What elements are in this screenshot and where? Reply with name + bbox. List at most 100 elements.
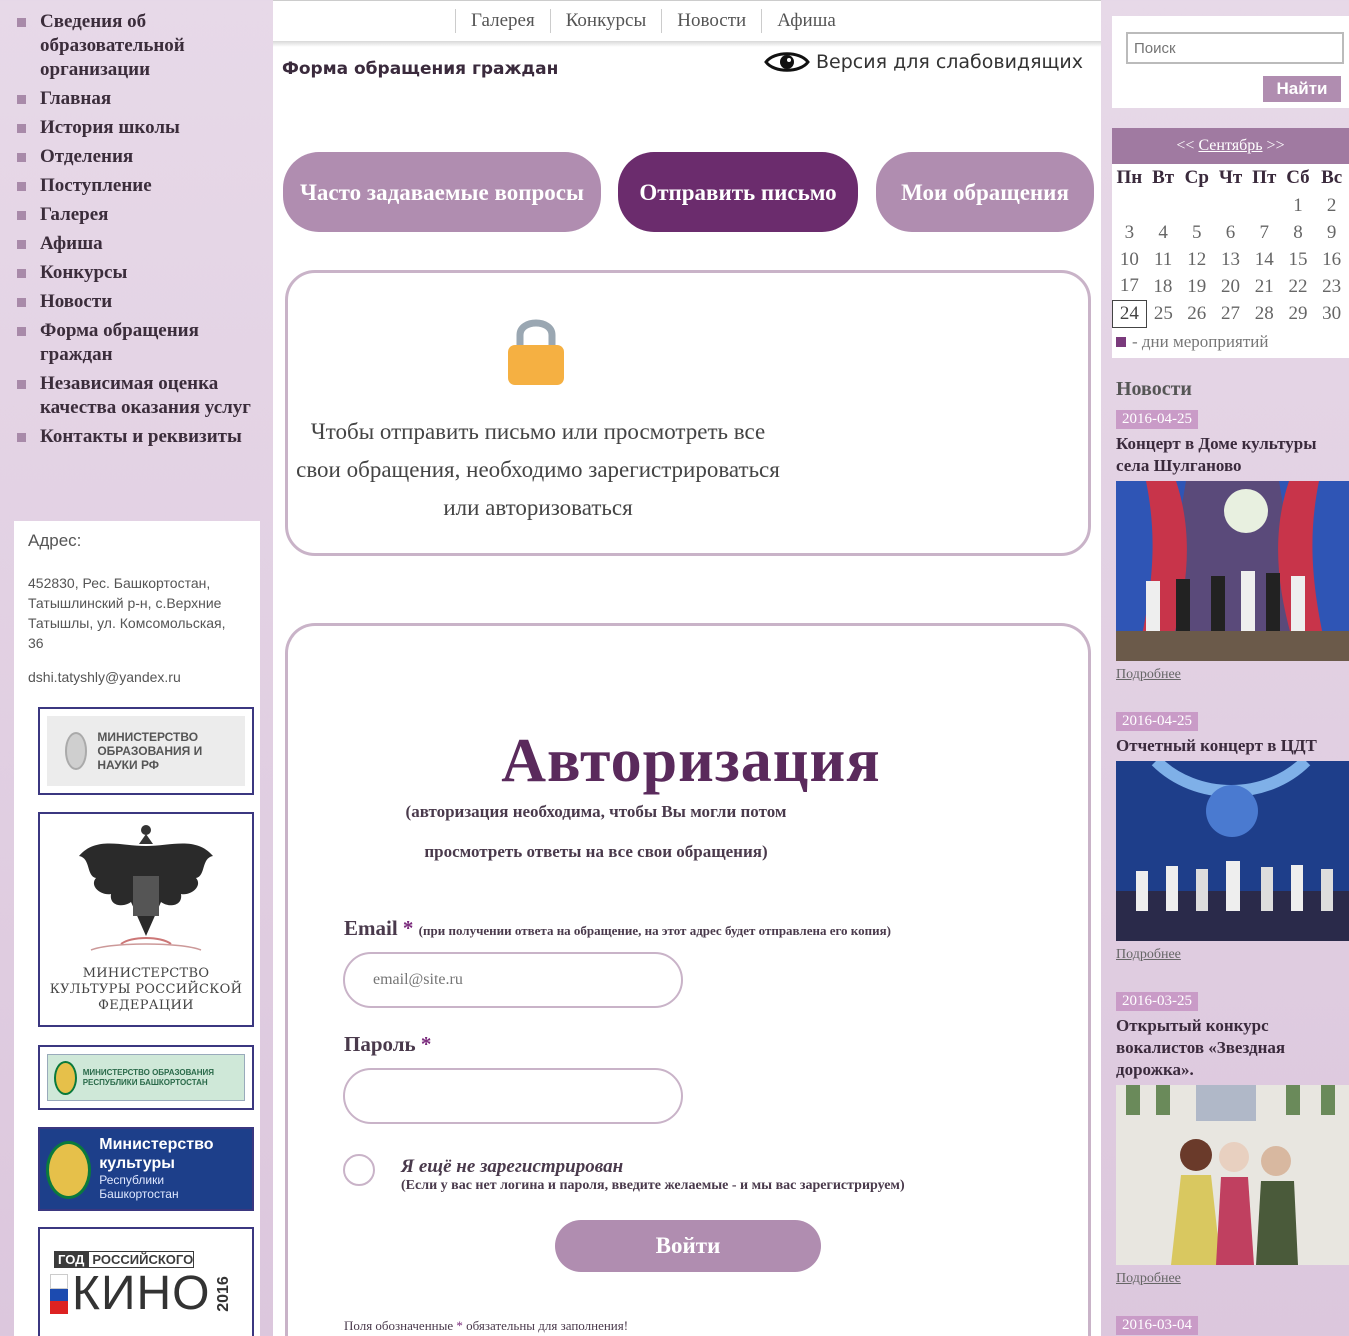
sidebar-item[interactable]: Форма обращения граждан [8, 319, 266, 367]
banner-minobr[interactable]: МИНИСТЕРСТВО ОБРАЗОВАНИЯ И НАУКИ РФ [38, 707, 254, 795]
sidebar-item[interactable]: Поступление [8, 174, 266, 198]
calendar-weekday: Ср [1184, 167, 1209, 188]
email-field[interactable] [343, 952, 683, 1008]
sidebar-item[interactable]: Новости [8, 290, 266, 314]
calendar-week: 17 18 19 20 21 22 23 [1113, 273, 1349, 300]
news-item: 2016-03-25 Открытый конкурс вокалистов «… [1116, 992, 1349, 1287]
calendar-day[interactable]: 13 [1214, 246, 1248, 273]
calendar-day[interactable]: 25 [1146, 300, 1180, 327]
bullet-icon [17, 327, 26, 336]
calendar-day[interactable]: 2 [1315, 192, 1349, 219]
bullet-icon [17, 433, 26, 442]
bullet-icon [17, 95, 26, 104]
calendar-day[interactable]: 9 [1315, 219, 1349, 246]
event-day-marker-icon [1116, 336, 1126, 347]
required-note: Поля обозначенные * обязательны для запо… [344, 1318, 628, 1334]
banner-kino[interactable]: ГОД РОССИЙСКОГО КИНО 2016 [38, 1227, 254, 1336]
lock-message: Чтобы отправить письмо или просмотреть в… [296, 419, 780, 520]
lock-card: Чтобы отправить письмо или просмотреть в… [285, 270, 1091, 556]
top-nav-item[interactable]: Афиша [761, 9, 851, 33]
calendar-month[interactable]: Сентябрь [1198, 137, 1262, 154]
calendar-day[interactable]: 15 [1281, 246, 1315, 273]
right-sidebar: Найти << Сентябрь >> ПнВтСрЧтПтСбВс 1234… [1109, 0, 1349, 1336]
calendar-day[interactable]: 3 [1113, 219, 1147, 246]
sidebar-item[interactable]: Сведения об образовательной организации [8, 10, 266, 82]
eagle-emblem-icon [79, 825, 213, 951]
address-email[interactable]: dshi.tatyshly@yandex.ru [28, 669, 246, 685]
sidebar-item[interactable]: Главная [8, 87, 266, 111]
low-vision-link[interactable]: Версия для слабовидящих [764, 49, 1083, 75]
calendar-day[interactable]: 28 [1247, 300, 1281, 327]
required-note-before: Поля обозначенные [344, 1318, 454, 1333]
banner-minobr-rb[interactable]: МИНИСТЕРСТВО ОБРАЗОВАНИЯ РЕСПУБЛИКИ БАШК… [38, 1045, 254, 1110]
calendar-prev[interactable]: << [1176, 137, 1194, 154]
calendar-day[interactable]: 14 [1247, 246, 1281, 273]
password-field[interactable] [343, 1068, 683, 1124]
news-item: 2016-03-04 [1116, 1316, 1349, 1336]
news-photo[interactable] [1116, 1085, 1349, 1265]
calendar-day[interactable]: 1 [1281, 192, 1315, 219]
calendar-day[interactable]: 22 [1281, 273, 1315, 300]
calendar-day[interactable]: 27 [1214, 300, 1248, 327]
tab-send-letter[interactable]: Отправить письмо [618, 152, 858, 232]
calendar-day[interactable]: 4 [1146, 219, 1180, 246]
news-title[interactable]: Открытый конкурс вокалистов «Звездная до… [1116, 1015, 1349, 1081]
top-nav-item[interactable]: Галерея [455, 9, 550, 33]
calendar-day[interactable]: 29 [1281, 300, 1315, 327]
calendar-day[interactable]: 24 [1112, 299, 1147, 328]
calendar-weekday: Пн [1116, 167, 1143, 188]
not-registered-label[interactable]: Я ещё не зарегистрирован [401, 1156, 623, 1178]
search-button[interactable]: Найти [1263, 76, 1341, 102]
calendar-day[interactable]: 18 [1146, 273, 1180, 300]
calendar-day[interactable]: 10 [1113, 246, 1147, 273]
banner-minkult-rb[interactable]: Министерство культуры Республики Башкорт… [38, 1127, 254, 1211]
calendar-day[interactable]: 6 [1214, 219, 1248, 246]
top-nav-item[interactable]: Новости [661, 9, 761, 33]
sidebar-item-label: Новости [40, 291, 113, 312]
calendar-next[interactable]: >> [1267, 137, 1285, 154]
sidebar-item[interactable]: Галерея [8, 203, 266, 227]
tab-faq[interactable]: Часто задаваемые вопросы [283, 152, 601, 232]
sidebar-item[interactable]: История школы [8, 116, 266, 140]
calendar-legend: - дни мероприятий [1112, 328, 1349, 358]
sidebar-item-label: Сведения об образовательной организации [40, 11, 185, 80]
side-nav: Сведения об образовательной организации Г… [8, 10, 266, 454]
sidebar-item[interactable]: Независимая оценка качества оказания усл… [8, 372, 266, 420]
sidebar-item[interactable]: Контакты и реквизиты [8, 425, 266, 449]
calendar: << Сентябрь >> Пн Вт Ср Чт Пт Сб Вс 1234567891… [1112, 128, 1349, 358]
sidebar-item[interactable]: Отделения [8, 145, 266, 169]
top-nav-item[interactable]: Конкурсы [549, 9, 662, 33]
calendar-weekdays: Пн Вт Ср Чт Пт Сб Вс [1113, 164, 1349, 192]
calendar-day[interactable]: 23 [1315, 273, 1349, 300]
calendar-day[interactable]: 8 [1281, 219, 1315, 246]
tab-my-requests[interactable]: Мои обращения [876, 152, 1094, 232]
news-more-link[interactable]: Подробнее [1116, 667, 1349, 683]
calendar-day[interactable]: 5 [1180, 219, 1214, 246]
search-input[interactable] [1126, 32, 1344, 64]
login-button[interactable]: Войти [555, 1220, 821, 1272]
required-mark: * [456, 1318, 463, 1333]
calendar-day[interactable]: 30 [1315, 300, 1349, 327]
calendar-day[interactable]: 21 [1247, 273, 1281, 300]
calendar-day[interactable]: 7 [1247, 219, 1281, 246]
news-photo[interactable] [1116, 761, 1349, 941]
not-registered-radio[interactable] [343, 1154, 375, 1186]
calendar-day[interactable]: 19 [1180, 273, 1214, 300]
news-more-link[interactable]: Подробнее [1116, 947, 1349, 963]
sidebar-item-label: Контакты и реквизиты [40, 426, 242, 447]
calendar-day[interactable]: 16 [1315, 246, 1349, 273]
sidebar-item[interactable]: Конкурсы [8, 261, 266, 285]
news-photo[interactable] [1116, 481, 1349, 661]
calendar-day[interactable]: 12 [1180, 246, 1214, 273]
news-title[interactable]: Отчетный концерт в ЦДТ [1116, 735, 1349, 757]
news-more-link[interactable]: Подробнее [1116, 1271, 1349, 1287]
email-label: Email * (при получении ответа на обращен… [344, 916, 891, 941]
calendar-day[interactable]: 20 [1214, 273, 1248, 300]
calendar-day[interactable]: 11 [1146, 246, 1180, 273]
banner-minkult[interactable]: МИНИСТЕРСТВО КУЛЬТУРЫ РОССИЙСКОЙ ФЕДЕРАЦ… [38, 812, 254, 1027]
sidebar-item[interactable]: Афиша [8, 232, 266, 256]
calendar-day[interactable]: 17 [1113, 273, 1147, 300]
calendar-day[interactable]: 26 [1180, 300, 1214, 327]
news-title[interactable]: Концерт в Доме культуры села Шулганово [1116, 433, 1349, 477]
news-item: 2016-04-25 Концерт в Доме культуры села … [1116, 410, 1349, 683]
